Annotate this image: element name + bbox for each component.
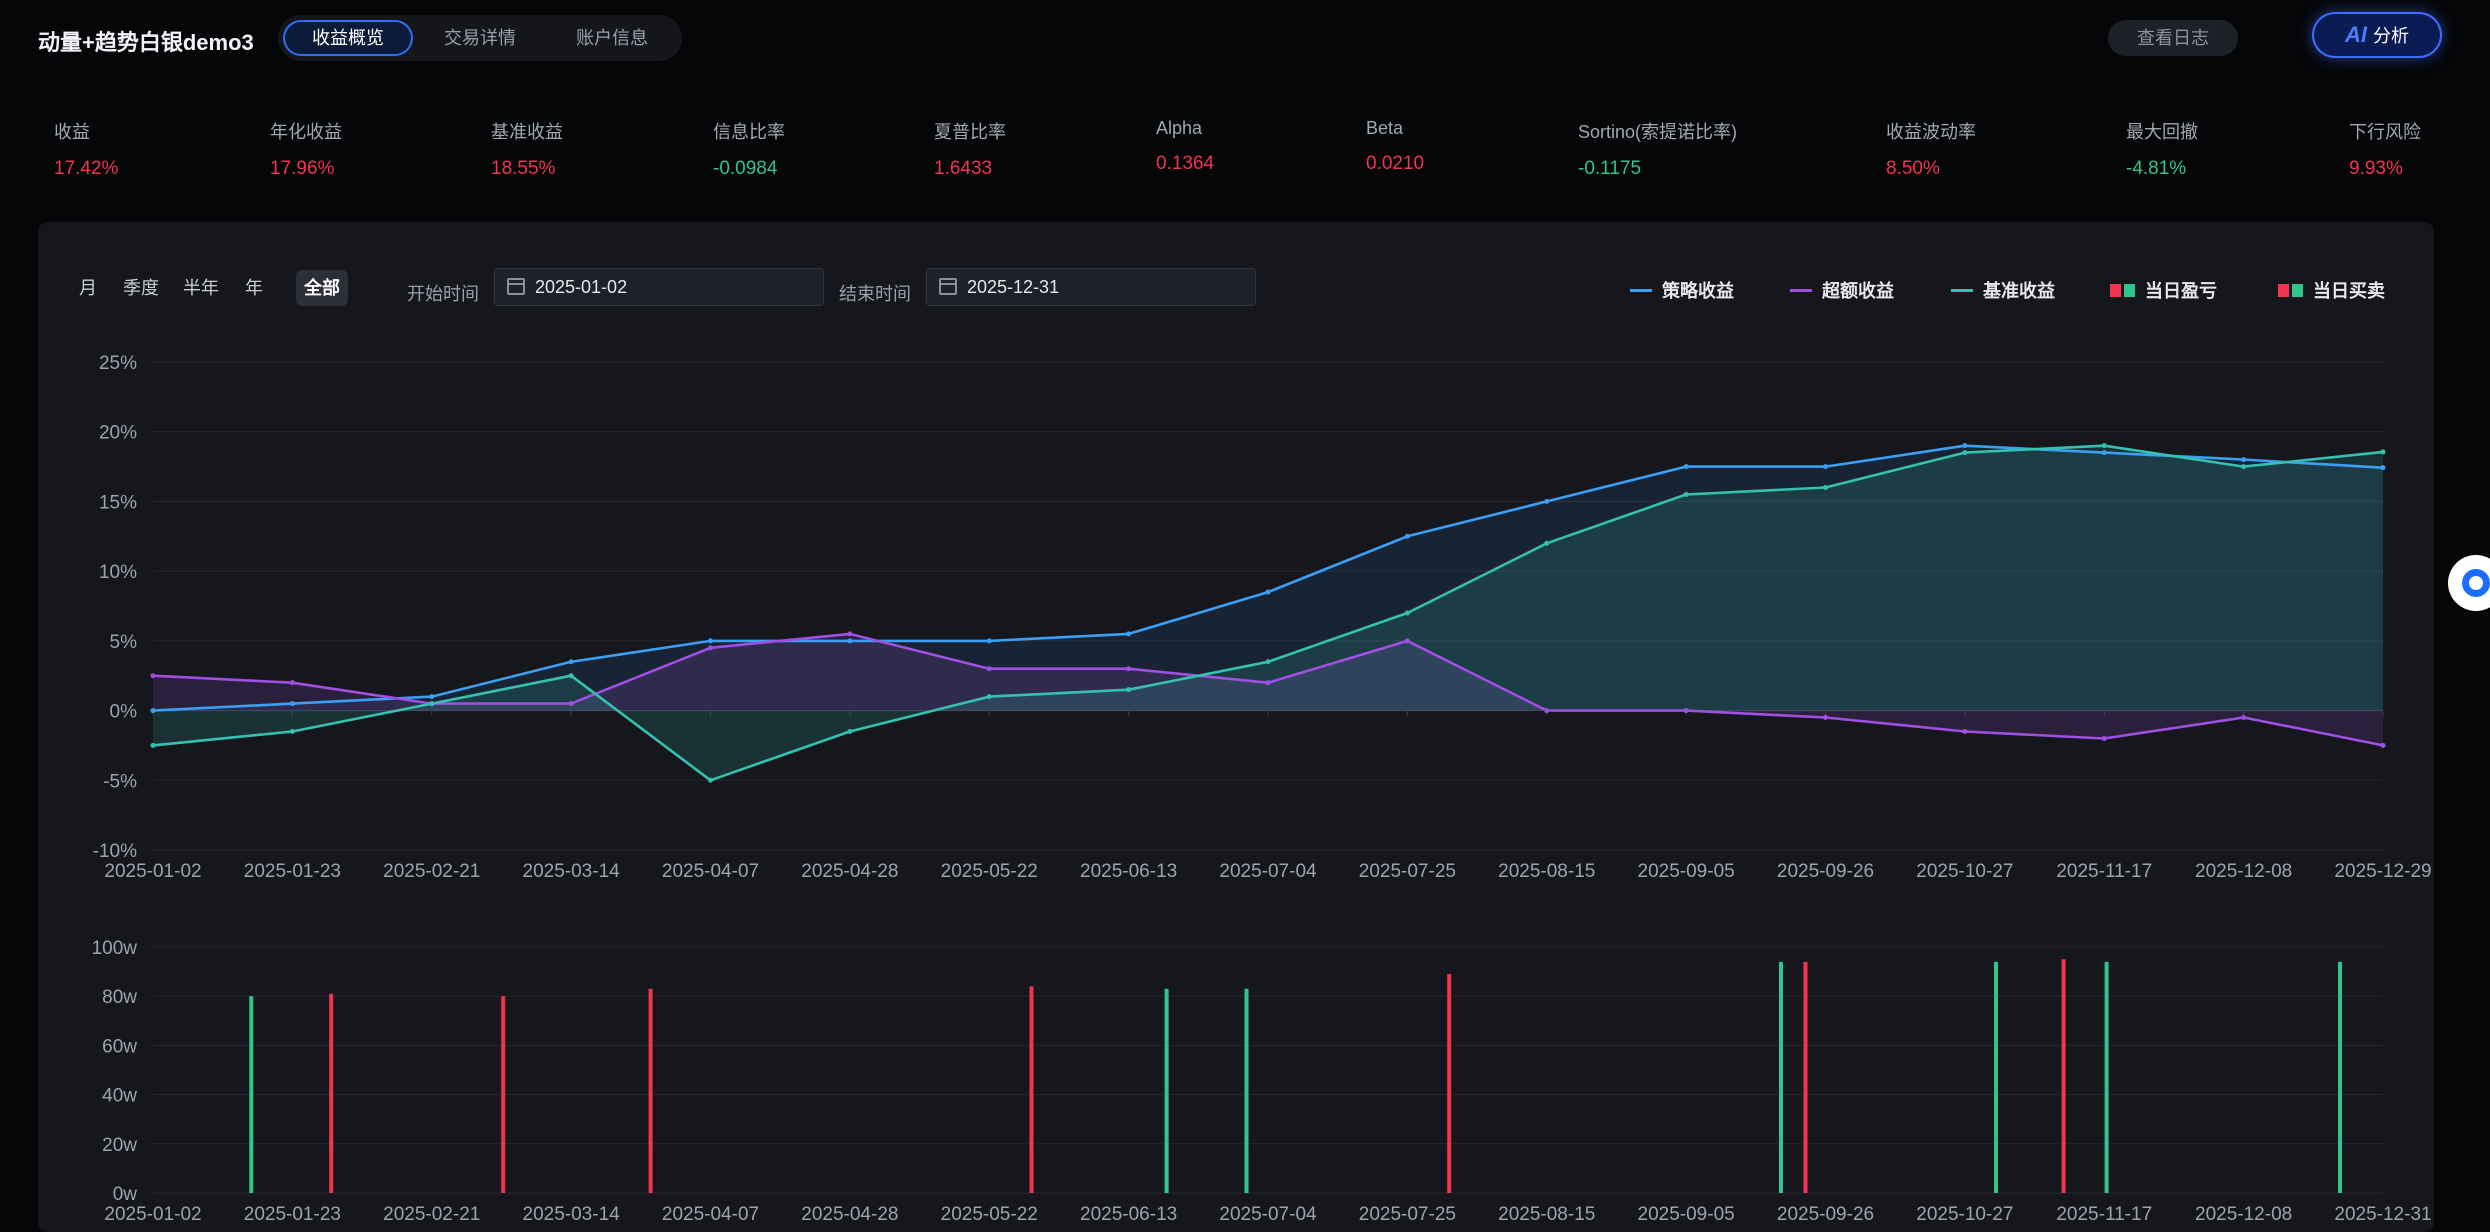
tab-trade-details[interactable]: 交易详情 — [415, 20, 545, 56]
legend-label: 当日盈亏 — [2145, 281, 2217, 301]
legend-benchmark[interactable]: 基准收益 — [1951, 277, 2055, 301]
metric-label: Alpha — [1156, 118, 1203, 138]
ai-icon: AI — [2345, 22, 2367, 47]
metric-annual-return: 年化收益 17.96% — [270, 118, 342, 180]
metric-value: 1.6433 — [934, 158, 993, 179]
metric-value: 0.0210 — [1366, 153, 1425, 174]
period-quarter[interactable]: 季度 — [114, 270, 168, 306]
ai-analysis-button[interactable]: AI 分析 — [2312, 12, 2442, 58]
metric-benchmark-return: 基准收益 18.55% — [491, 118, 563, 180]
metric-label: 基准收益 — [491, 122, 563, 142]
period-all[interactable]: 全部 — [296, 270, 348, 306]
legend-label: 策略收益 — [1662, 281, 1734, 301]
view-log-button[interactable]: 查看日志 — [2108, 20, 2238, 56]
metric-value: 17.96% — [270, 158, 335, 179]
metric-value: 18.55% — [491, 158, 556, 179]
metric-label: 下行风险 — [2349, 122, 2421, 142]
metric-downside-risk: 下行风险 9.93% — [2349, 118, 2421, 180]
metric-value: 8.50% — [1886, 158, 1940, 179]
calendar-icon — [507, 278, 525, 295]
metric-value: 0.1364 — [1156, 153, 1215, 174]
metric-value: -0.0984 — [713, 158, 778, 179]
metric-label: 收益 — [54, 122, 90, 142]
metric-label: 夏普比率 — [934, 122, 1006, 142]
tab-overview[interactable]: 收益概览 — [283, 20, 413, 56]
metric-label: 信息比率 — [713, 122, 785, 142]
metric-label: 年化收益 — [270, 122, 342, 142]
ai-analysis-label: 分析 — [2373, 26, 2409, 46]
green-square-icon — [2124, 283, 2135, 297]
legend-label: 基准收益 — [1983, 281, 2055, 301]
tab-account-info[interactable]: 账户信息 — [547, 20, 677, 56]
start-time-label: 开始时间 — [407, 284, 479, 304]
metric-label: 收益波动率 — [1886, 122, 1976, 142]
period-year[interactable]: 年 — [234, 270, 274, 306]
line-swatch-icon — [1790, 288, 1812, 292]
metric-label: 最大回撤 — [2126, 122, 2198, 142]
red-square-icon — [2278, 283, 2289, 297]
end-date-input[interactable]: 2025-12-31 — [926, 268, 1256, 306]
end-date-value: 2025-12-31 — [967, 277, 1060, 297]
metric-label: Sortino(索提诺比率) — [1578, 122, 1738, 142]
line-swatch-icon — [1951, 288, 1973, 292]
legend-label: 当日买卖 — [2313, 281, 2385, 301]
green-square-icon — [2292, 283, 2303, 297]
legend-label: 超额收益 — [1822, 281, 1894, 301]
legend-daily-trades[interactable]: 当日买卖 — [2278, 277, 2385, 301]
legend-strategy[interactable]: 策略收益 — [1630, 277, 1734, 301]
metric-value: 17.42% — [54, 158, 119, 179]
red-square-icon — [2110, 283, 2121, 297]
metric-information-ratio: 信息比率 -0.0984 — [713, 118, 785, 180]
metric-sharpe-ratio: 夏普比率 1.6433 — [934, 118, 1006, 180]
metric-beta: Beta 0.0210 — [1366, 118, 1424, 175]
metric-sortino: Sortino(索提诺比率) -0.1175 — [1578, 118, 1737, 180]
metric-value: -0.1175 — [1578, 158, 1642, 179]
view-tabs: 收益概览 交易详情 账户信息 — [278, 15, 682, 61]
chart-panel: 月 季度 半年 年 全部 开始时间 2025-01-02 结束时间 2025-1… — [38, 222, 2434, 1232]
period-half-year[interactable]: 半年 — [174, 270, 228, 306]
metric-volatility: 收益波动率 8.50% — [1886, 118, 1976, 180]
legend-excess[interactable]: 超额收益 — [1790, 277, 1894, 301]
metric-value: -4.81% — [2126, 158, 2187, 179]
strategy-title: 动量+趋势白银demo3 — [38, 30, 254, 55]
line-swatch-icon — [1630, 288, 1652, 292]
start-date-input[interactable]: 2025-01-02 — [494, 268, 824, 306]
period-month[interactable]: 月 — [68, 270, 108, 306]
top-bar: 动量+趋势白银demo3 收益概览 交易详情 账户信息 查看日志 AI 分析 — [0, 0, 2490, 78]
floating-assistant-button[interactable] — [2448, 555, 2490, 611]
metric-alpha: Alpha 0.1364 — [1156, 118, 1214, 175]
calendar-icon — [939, 278, 957, 295]
metric-return: 收益 17.42% — [54, 118, 118, 180]
legend-daily-pnl[interactable]: 当日盈亏 — [2110, 277, 2217, 301]
start-date-value: 2025-01-02 — [535, 277, 628, 297]
metric-value: 9.93% — [2349, 158, 2403, 179]
end-time-label: 结束时间 — [839, 284, 911, 304]
metric-label: Beta — [1366, 118, 1404, 138]
assistant-icon — [2462, 569, 2490, 597]
metric-max-drawdown: 最大回撤 -4.81% — [2126, 118, 2198, 180]
